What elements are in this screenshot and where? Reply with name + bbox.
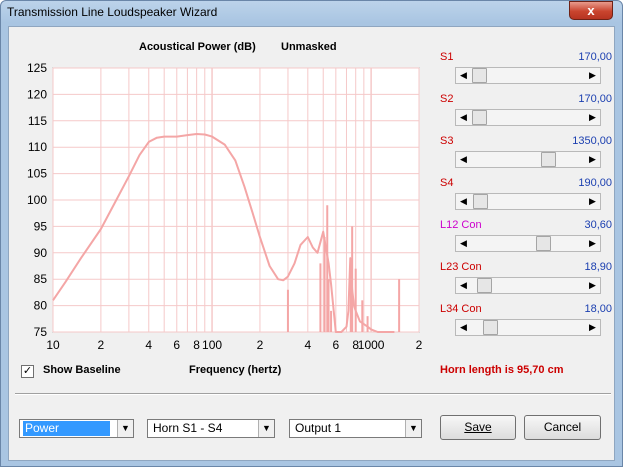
chevron-down-icon[interactable]: ▼ xyxy=(258,420,274,437)
slider-track[interactable]: ◀ ▶ xyxy=(455,151,601,168)
slider-l12-con: L12 Con 30,60 ◀ ▶ xyxy=(440,219,612,255)
x-tick-label: 4 xyxy=(145,338,152,352)
checkmark-icon: ✓ xyxy=(22,365,33,377)
slider-value: 170,00 xyxy=(578,93,612,105)
x-tick-label: 4 xyxy=(304,338,311,352)
slider-track[interactable]: ◀ ▶ xyxy=(455,319,601,336)
arrow-right-icon[interactable]: ▶ xyxy=(585,152,600,167)
y-tick-label: 105 xyxy=(27,167,47,181)
arrow-left-icon[interactable]: ◀ xyxy=(456,152,471,167)
arrow-left-icon[interactable]: ◀ xyxy=(456,110,471,125)
horn-combo-value: Horn S1 - S4 xyxy=(153,421,223,435)
power-chart: 125120115110105100959085807510 2 4 6 8 100 2 4 6… xyxy=(27,61,423,352)
arrow-left-icon[interactable]: ◀ xyxy=(456,194,471,209)
slider-thumb[interactable] xyxy=(541,152,557,167)
slider-s1: S1 170,00 ◀ ▶ xyxy=(440,51,612,87)
client-area: Acoustical Power (dB) Unmasked 125 120 115… xyxy=(8,26,615,461)
y-tick-label: 95 xyxy=(34,219,48,233)
y-tick-label: 75 xyxy=(34,325,48,339)
wizard-window: Transmission Line Loudspeaker Wizard x A… xyxy=(0,0,623,467)
arrow-right-icon[interactable]: ▶ xyxy=(585,68,600,83)
slider-track[interactable]: ◀ ▶ xyxy=(455,109,601,126)
x-tick-label: 2 xyxy=(98,338,105,352)
arrow-left-icon[interactable]: ◀ xyxy=(456,278,471,293)
y-tick-label: 110 xyxy=(28,140,47,154)
slider-label: L12 Con xyxy=(440,219,482,231)
slider-label: S2 xyxy=(440,93,454,105)
slider-label: S1 xyxy=(440,51,454,63)
slider-l23-con: L23 Con 18,90 ◀ ▶ xyxy=(440,261,612,297)
chevron-down-icon[interactable]: ▼ xyxy=(405,420,421,437)
y-tick-label: 100 xyxy=(27,193,47,207)
slider-thumb[interactable] xyxy=(472,194,488,209)
arrow-right-icon[interactable]: ▶ xyxy=(585,236,600,251)
separator-line xyxy=(15,393,611,395)
slider-label: L23 Con xyxy=(440,261,482,273)
y-tick-label: 120 xyxy=(27,87,47,101)
x-tick-label: 6 xyxy=(332,338,339,352)
slider-thumb[interactable] xyxy=(536,236,552,251)
slider-label: S4 xyxy=(440,177,454,189)
x-tick-label: 2 xyxy=(416,338,423,352)
slider-thumb[interactable] xyxy=(476,278,492,293)
slider-s4: S4 190,00 ◀ ▶ xyxy=(440,177,612,213)
y-tick-label: 85 xyxy=(34,272,48,286)
slider-value: 190,00 xyxy=(578,177,612,189)
save-button-label: Save xyxy=(464,420,492,434)
cancel-button[interactable]: Cancel xyxy=(524,415,601,440)
arrow-right-icon[interactable]: ▶ xyxy=(585,320,600,335)
arrow-right-icon[interactable]: ▶ xyxy=(585,278,600,293)
slider-s2: S2 170,00 ◀ ▶ xyxy=(440,93,612,129)
arrow-left-icon[interactable]: ◀ xyxy=(456,320,471,335)
output-combo-value: Output 1 xyxy=(295,421,342,435)
horn-length-text: Horn length is 95,70 cm xyxy=(440,364,564,376)
slider-thumb[interactable] xyxy=(471,110,487,125)
slider-l34-con: L34 Con 18,00 ◀ ▶ xyxy=(440,303,612,339)
cancel-button-label: Cancel xyxy=(543,420,582,434)
show-baseline-checkbox[interactable]: ✓ xyxy=(21,365,34,378)
arrow-left-icon[interactable]: ◀ xyxy=(456,236,471,251)
horn-combo[interactable]: Horn S1 - S4 ▼ xyxy=(147,419,275,438)
show-baseline-label[interactable]: Show Baseline xyxy=(43,364,121,376)
slider-label: L34 Con xyxy=(440,303,482,315)
x-tick-label: 1000 xyxy=(358,338,385,352)
arrow-right-icon[interactable]: ▶ xyxy=(585,110,600,125)
slider-thumb[interactable] xyxy=(471,68,487,83)
y-tick-label: 115 xyxy=(28,114,47,128)
x-tick-label: 6 xyxy=(173,338,180,352)
y-tick-label: 80 xyxy=(34,299,48,313)
y-tick-label: 90 xyxy=(34,246,48,260)
slider-value: 18,90 xyxy=(584,261,612,273)
y-tick-label: 125 xyxy=(27,61,47,75)
slider-label: S3 xyxy=(440,135,454,147)
power-combo-value: Power xyxy=(23,421,110,436)
slider-thumb[interactable] xyxy=(482,320,498,335)
slider-track[interactable]: ◀ ▶ xyxy=(455,277,601,294)
slider-track[interactable]: ◀ ▶ xyxy=(455,193,601,210)
close-icon: x xyxy=(587,3,595,18)
power-combo[interactable]: Power ▼ xyxy=(19,419,134,438)
slider-value: 1350,00 xyxy=(572,135,612,147)
slider-value: 18,00 xyxy=(584,303,612,315)
save-button[interactable]: Save xyxy=(440,415,516,440)
slider-track[interactable]: ◀ ▶ xyxy=(455,67,601,84)
x-tick-label: 8 xyxy=(193,338,200,352)
slider-s3: S3 1350,00 ◀ ▶ xyxy=(440,135,612,171)
x-tick-label: 2 xyxy=(257,338,264,352)
output-combo[interactable]: Output 1 ▼ xyxy=(289,419,422,438)
slider-value: 170,00 xyxy=(578,51,612,63)
chevron-down-icon[interactable]: ▼ xyxy=(117,420,133,437)
x-axis-label: Frequency (hertz) xyxy=(189,364,282,376)
arrow-left-icon[interactable]: ◀ xyxy=(456,68,471,83)
slider-track[interactable]: ◀ ▶ xyxy=(455,235,601,252)
window-title: Transmission Line Loudspeaker Wizard xyxy=(7,5,218,19)
x-tick-label: 10 xyxy=(46,338,60,352)
x-tick-label: 100 xyxy=(202,338,222,352)
title-bar[interactable]: Transmission Line Loudspeaker Wizard x xyxy=(1,1,622,25)
slider-value: 30,60 xyxy=(584,219,612,231)
close-button[interactable]: x xyxy=(569,1,613,20)
arrow-right-icon[interactable]: ▶ xyxy=(585,194,600,209)
